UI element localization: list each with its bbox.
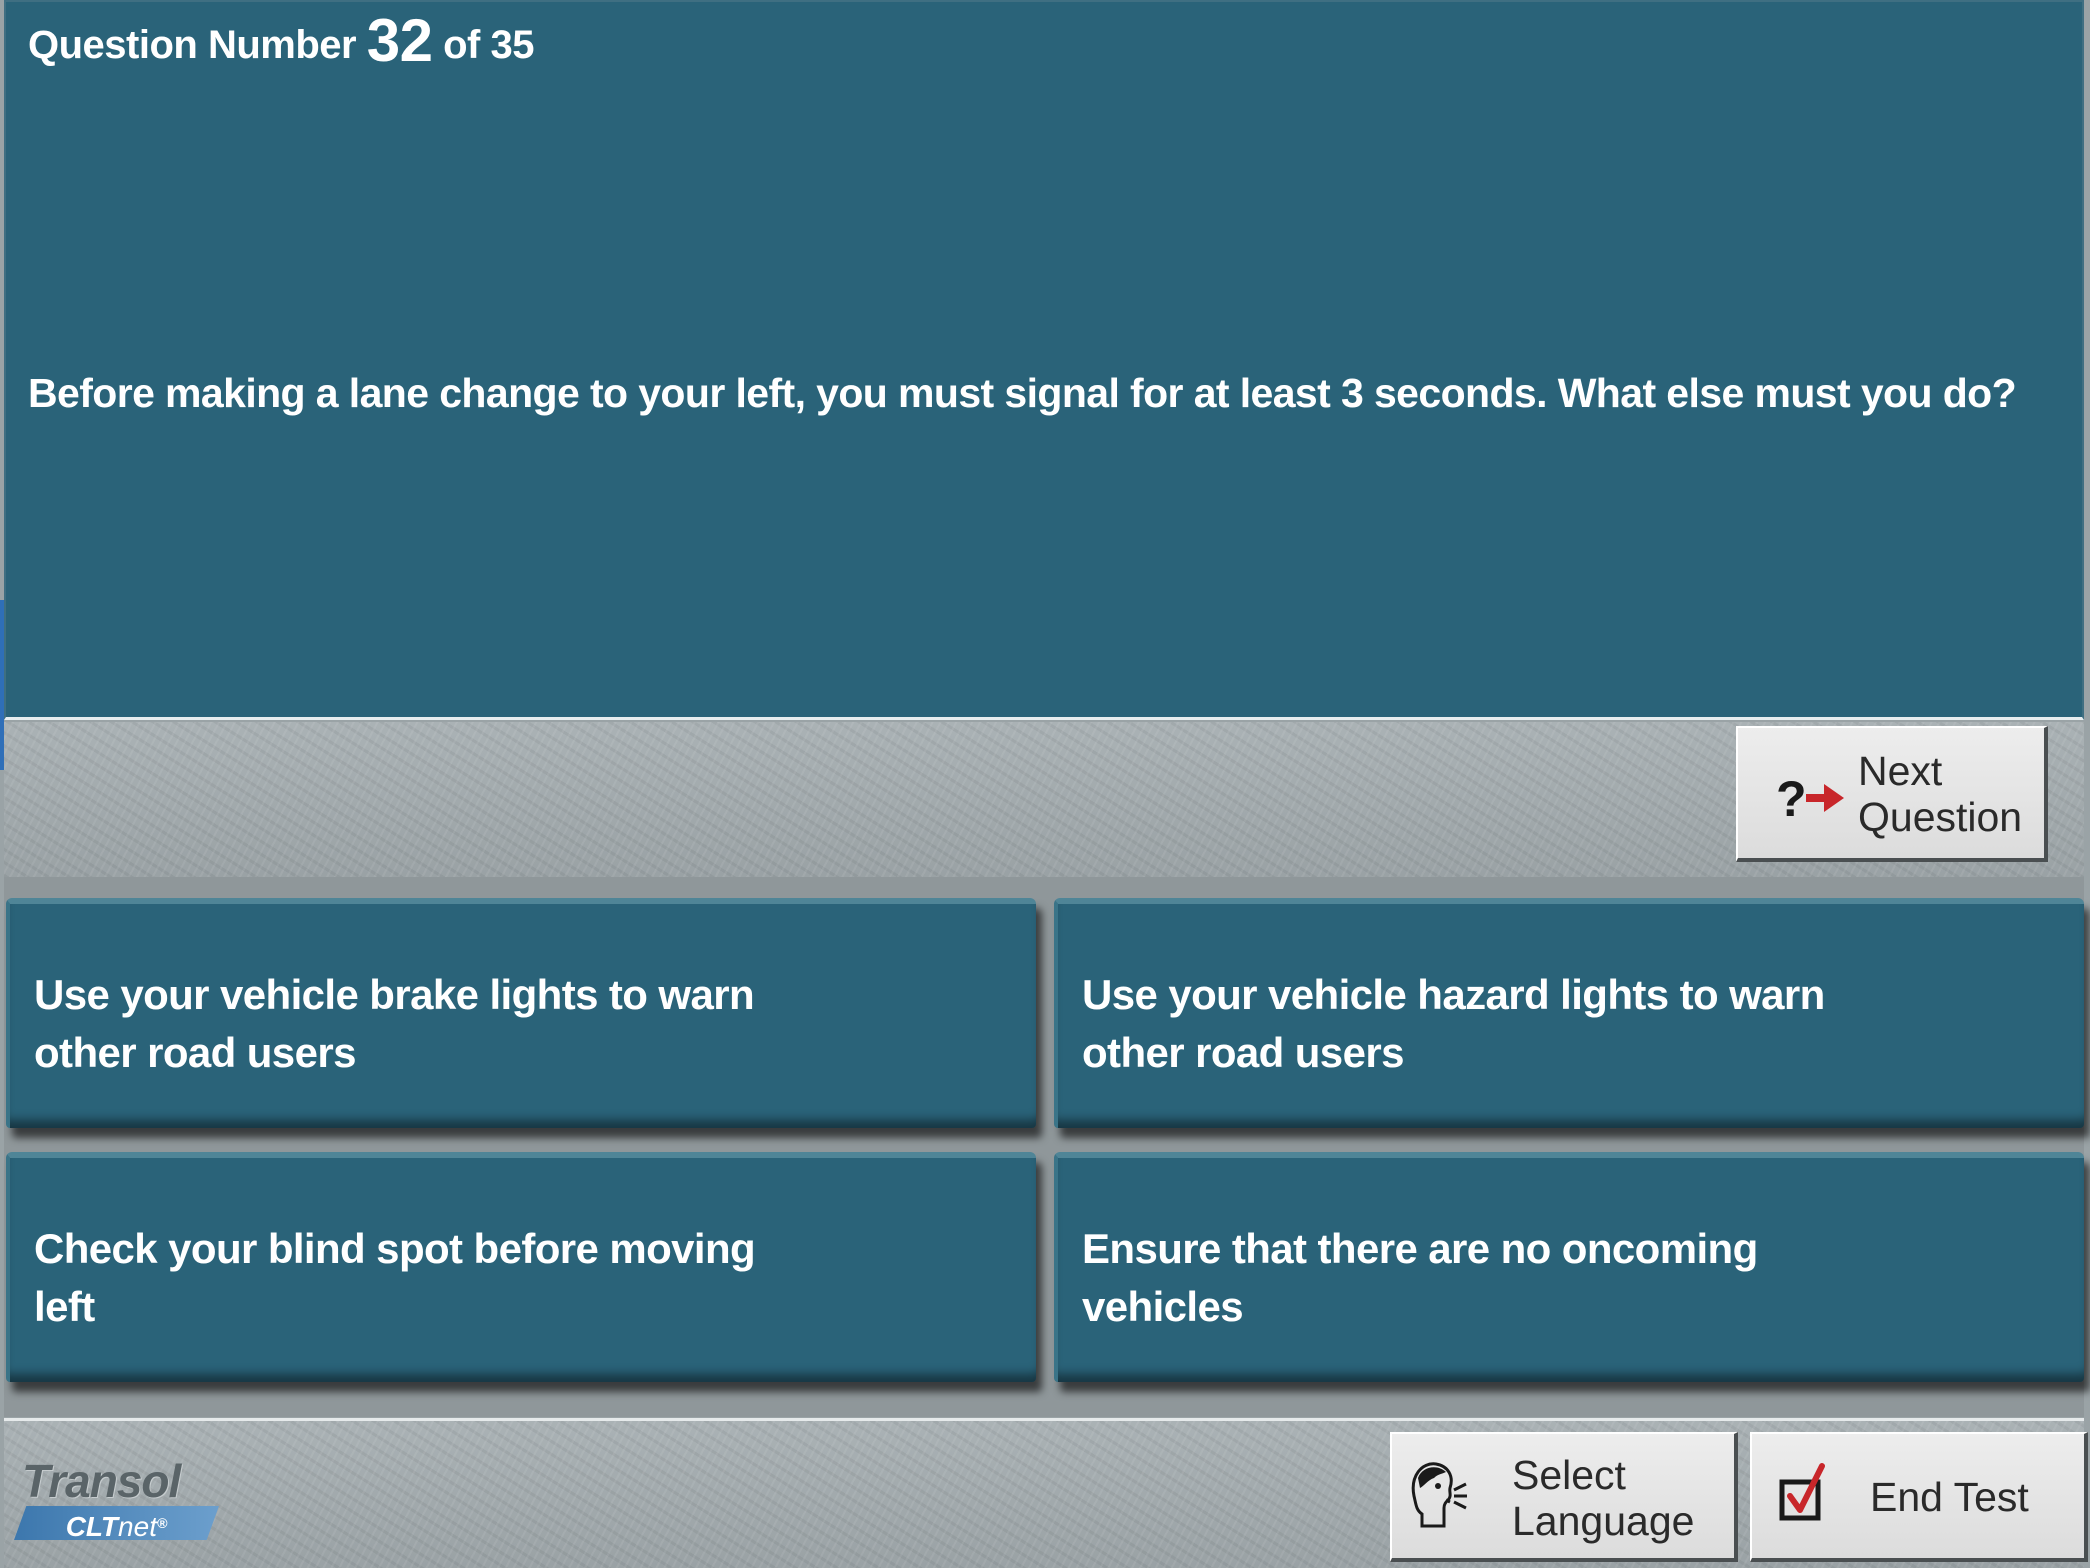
- answer-option-d-line2: vehicles: [1082, 1283, 1244, 1330]
- next-question-label: Next Question: [1858, 748, 2022, 840]
- next-question-button[interactable]: ? Next Question: [1736, 726, 2048, 862]
- answer-option-d-text: Ensure that there are no oncoming vehicl…: [1082, 1220, 1842, 1336]
- brand-name: Transol: [22, 1455, 181, 1507]
- brand-sub-net: net: [118, 1511, 157, 1542]
- brand-subtitle: CLTnet®: [14, 1506, 219, 1540]
- answer-option-b-text: Use your vehicle hazard lights to warn o…: [1082, 966, 1842, 1082]
- select-language-label: Select Language: [1512, 1452, 1694, 1544]
- answer-option-c-line1: Check your blind spot before moving: [34, 1225, 756, 1272]
- question-arrow-icon: ?: [1776, 771, 1844, 827]
- question-counter-suffix: of 35: [443, 23, 534, 67]
- answer-option-a-line1: Use your vehicle brake lights to warn: [34, 971, 755, 1018]
- answer-option-c-line2: left: [34, 1283, 95, 1330]
- svg-text:?: ?: [1776, 771, 1807, 827]
- select-language-label-line1: Select: [1512, 1452, 1626, 1498]
- answer-option-d-line1: Ensure that there are no oncoming: [1082, 1225, 1758, 1272]
- brand-logo: Transol CLTnet®: [14, 1454, 234, 1544]
- brand-sub-clt: CLT: [65, 1511, 119, 1542]
- answer-option-a-text: Use your vehicle brake lights to warn ot…: [34, 966, 794, 1082]
- end-test-label: End Test: [1870, 1474, 2029, 1520]
- speaking-head-icon: [1411, 1462, 1467, 1528]
- answer-option-c-text: Check your blind spot before moving left: [34, 1220, 794, 1336]
- select-language-label-line2: Language: [1512, 1498, 1695, 1544]
- answer-option-d[interactable]: Ensure that there are no oncoming vehicl…: [1054, 1152, 2084, 1382]
- answer-option-c[interactable]: Check your blind spot before moving left: [6, 1152, 1036, 1382]
- next-question-label-line1: Next: [1858, 748, 1943, 794]
- answer-option-b[interactable]: Use your vehicle hazard lights to warn o…: [1054, 898, 2084, 1128]
- answer-option-b-line2: other road users: [1082, 1029, 1404, 1076]
- answer-option-b-line1: Use your vehicle hazard lights to warn: [1082, 971, 1825, 1018]
- question-number: 32: [366, 7, 433, 74]
- question-counter: Question Number 32 of 35: [28, 6, 534, 75]
- answer-option-a[interactable]: Use your vehicle brake lights to warn ot…: [6, 898, 1036, 1128]
- question-counter-prefix: Question Number: [28, 23, 357, 67]
- brand-mark: ®: [156, 1515, 168, 1531]
- next-question-label-line2: Question: [1858, 794, 2023, 840]
- question-text: Before making a lane change to your left…: [28, 370, 2017, 416]
- end-test-button[interactable]: End Test: [1750, 1432, 2088, 1562]
- answer-option-a-line2: other road users: [34, 1029, 356, 1076]
- checkbox-check-icon: [1779, 1463, 1825, 1521]
- question-panel: Question Number 32 of 35 Before making a…: [4, 0, 2084, 720]
- select-language-button[interactable]: Select Language: [1390, 1432, 1738, 1562]
